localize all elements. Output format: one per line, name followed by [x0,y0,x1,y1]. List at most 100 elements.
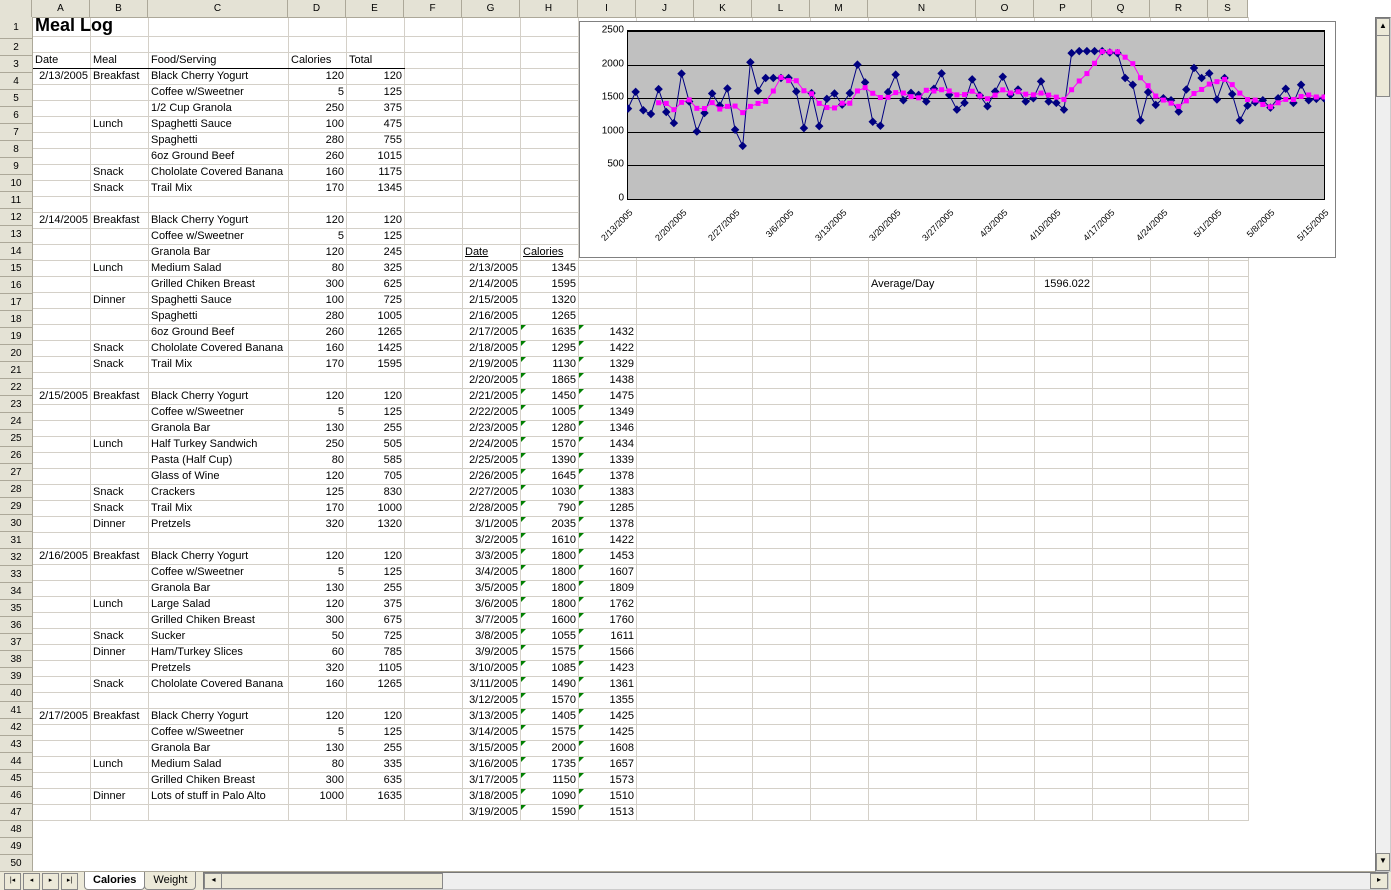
cell-H49[interactable]: 1090 [521,789,579,805]
cell-C48[interactable]: Grilled Chiken Breast [149,773,289,789]
cell-G24[interactable]: 2/21/2005 [463,389,521,405]
cell-D16[interactable]: 80 [289,261,347,277]
cell-R41[interactable] [1151,661,1209,677]
cell-K31[interactable] [695,501,753,517]
scroll-thumb-vertical[interactable] [1376,35,1390,97]
cell-B24[interactable]: Breakfast [91,389,149,405]
row-header-28[interactable]: 28 [0,481,32,498]
cell-K37[interactable] [695,597,753,613]
cell-L18[interactable] [753,293,811,309]
cell-H1[interactable] [521,18,579,37]
cell-Q31[interactable] [1093,501,1151,517]
cell-H11[interactable] [521,181,579,197]
cell-F12[interactable] [405,197,463,213]
cell-E13[interactable]: 120 [347,213,405,229]
cell-C4[interactable]: Black Cherry Yogurt [149,69,289,85]
cell-N34[interactable] [869,549,977,565]
cell-F18[interactable] [405,293,463,309]
cell-G32[interactable]: 3/1/2005 [463,517,521,533]
cell-H3[interactable] [521,53,579,69]
cell-Q25[interactable] [1093,405,1151,421]
select-all-corner[interactable] [0,0,32,17]
cell-I29[interactable]: 1378 [579,469,637,485]
scroll-up-button[interactable]: ▲ [1376,18,1390,36]
cell-R18[interactable] [1151,293,1209,309]
cell-G35[interactable]: 3/4/2005 [463,565,521,581]
cell-D19[interactable]: 280 [289,309,347,325]
cell-C21[interactable]: Chololate Covered Banana [149,341,289,357]
cell-M38[interactable] [811,613,869,629]
cell-L24[interactable] [753,389,811,405]
cell-A35[interactable] [33,565,91,581]
cell-K25[interactable] [695,405,753,421]
cell-A8[interactable] [33,133,91,149]
cell-H18[interactable]: 1320 [521,293,579,309]
row-header-47[interactable]: 47 [0,804,32,821]
row-header-39[interactable]: 39 [0,668,32,685]
cell-E16[interactable]: 325 [347,261,405,277]
row-header-18[interactable]: 18 [0,311,32,328]
cell-H2[interactable] [521,37,579,53]
cell-I26[interactable]: 1346 [579,421,637,437]
cell-K35[interactable] [695,565,753,581]
cell-R22[interactable] [1151,357,1209,373]
cell-N49[interactable] [869,789,977,805]
cell-C24[interactable]: Black Cherry Yogurt [149,389,289,405]
calories-chart[interactable]: 050010001500200025002/13/20052/20/20052/… [579,21,1336,258]
cell-R48[interactable] [1151,773,1209,789]
cell-R29[interactable] [1151,469,1209,485]
cell-P43[interactable] [1035,693,1093,709]
cell-P16[interactable] [1035,261,1093,277]
cell-R45[interactable] [1151,725,1209,741]
cell-G30[interactable]: 2/27/2005 [463,485,521,501]
column-header-E[interactable]: E [346,0,404,17]
cell-J35[interactable] [637,565,695,581]
cell-B27[interactable]: Lunch [91,437,149,453]
cell-N22[interactable] [869,357,977,373]
cell-N41[interactable] [869,661,977,677]
cell-L44[interactable] [753,709,811,725]
cell-A25[interactable] [33,405,91,421]
cell-E33[interactable] [347,533,405,549]
cell-A7[interactable] [33,117,91,133]
column-header-P[interactable]: P [1034,0,1092,17]
cell-E31[interactable]: 1000 [347,501,405,517]
cell-O45[interactable] [977,725,1035,741]
cell-M31[interactable] [811,501,869,517]
cell-R49[interactable] [1151,789,1209,805]
cell-R39[interactable] [1151,629,1209,645]
cell-C18[interactable]: Spaghetti Sauce [149,293,289,309]
cell-E37[interactable]: 375 [347,597,405,613]
cell-G49[interactable]: 3/18/2005 [463,789,521,805]
cell-M36[interactable] [811,581,869,597]
cell-P32[interactable] [1035,517,1093,533]
cell-O19[interactable] [977,309,1035,325]
cell-R35[interactable] [1151,565,1209,581]
row-header-44[interactable]: 44 [0,753,32,770]
cell-L26[interactable] [753,421,811,437]
cell-M18[interactable] [811,293,869,309]
column-header-M[interactable]: M [810,0,868,17]
cell-Q48[interactable] [1093,773,1151,789]
cell-J50[interactable] [637,805,695,821]
cell-I44[interactable]: 1425 [579,709,637,725]
cell-S49[interactable] [1209,789,1249,805]
cell-F41[interactable] [405,661,463,677]
cell-S43[interactable] [1209,693,1249,709]
cell-I32[interactable]: 1378 [579,517,637,533]
cell-E30[interactable]: 830 [347,485,405,501]
cell-S17[interactable] [1209,277,1249,293]
cell-C28[interactable]: Pasta (Half Cup) [149,453,289,469]
cell-B29[interactable] [91,469,149,485]
cell-A49[interactable] [33,789,91,805]
cell-G29[interactable]: 2/26/2005 [463,469,521,485]
cell-G50[interactable]: 3/19/2005 [463,805,521,821]
cell-H45[interactable]: 1575 [521,725,579,741]
cell-O28[interactable] [977,453,1035,469]
row-header-29[interactable]: 29 [0,498,32,515]
cell-S31[interactable] [1209,501,1249,517]
cell-K46[interactable] [695,741,753,757]
horizontal-scrollbar[interactable]: ◂ ▸ [203,872,1389,890]
cell-B35[interactable] [91,565,149,581]
cell-J22[interactable] [637,357,695,373]
